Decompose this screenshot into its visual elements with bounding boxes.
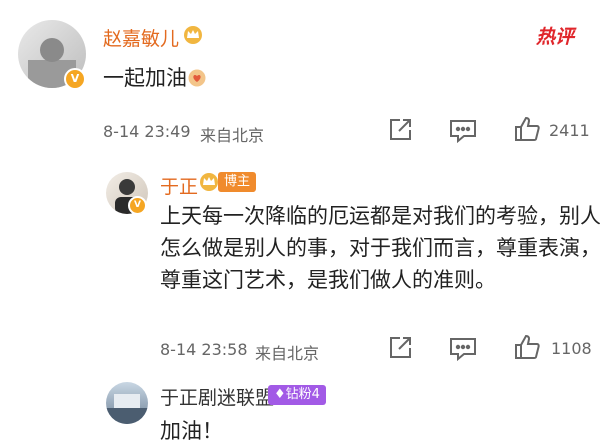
share-icon[interactable] bbox=[387, 117, 413, 147]
comment-location: 来自北京 bbox=[200, 126, 265, 145]
comment-text-line: 上天每一次降临的厄运都是对我们的考验，别人 bbox=[160, 204, 600, 228]
avatar[interactable] bbox=[106, 382, 148, 424]
comment-timestamp: 8-14 23:49 bbox=[103, 122, 191, 141]
blogger-badge: 博主 bbox=[218, 172, 257, 192]
like-count: 1108 bbox=[551, 339, 592, 358]
fan-badge-label: 钻粉4 bbox=[285, 387, 320, 402]
comment-timestamp: 8-14 23:58 bbox=[160, 340, 248, 359]
comment-username[interactable]: 赵嘉敏儿 bbox=[103, 24, 179, 51]
comment-text: 一起加油 bbox=[103, 66, 187, 90]
diamond-icon: ♦ bbox=[274, 387, 286, 402]
comment-location: 来自北京 bbox=[255, 344, 320, 363]
like-icon[interactable] bbox=[513, 115, 541, 147]
hot-comments-label: 热评 bbox=[536, 26, 575, 48]
comment-icon[interactable] bbox=[449, 118, 477, 147]
comment-username[interactable]: 于正 bbox=[160, 172, 198, 199]
comment-text: 上天每一次降临的厄运都是对我们的考验，别人 怎么做是别人的事，对于我们而言，尊重… bbox=[160, 200, 600, 296]
share-icon[interactable] bbox=[387, 335, 413, 365]
comment-text-line: 怎么做是别人的事，对于我们而言，尊重表演， bbox=[160, 236, 600, 260]
verified-badge-icon: V bbox=[64, 68, 86, 90]
comment-username[interactable]: 于正剧迷联盟 bbox=[160, 383, 274, 410]
like-count: 2411 bbox=[549, 121, 590, 140]
comment-text: 加油！ bbox=[160, 419, 223, 443]
heart-emoji-icon bbox=[188, 69, 206, 87]
like-icon[interactable] bbox=[513, 333, 541, 365]
fan-badge: ♦钻粉4 bbox=[268, 385, 326, 405]
comment-text-line: 尊重这门艺术，是我们做人的准则。 bbox=[160, 268, 496, 292]
crown-icon bbox=[183, 25, 203, 45]
crown-icon bbox=[199, 172, 219, 192]
comment-icon[interactable] bbox=[449, 336, 477, 365]
hot-comments-tab[interactable]: 热评 bbox=[536, 22, 574, 49]
verified-badge-icon: V bbox=[128, 196, 147, 215]
